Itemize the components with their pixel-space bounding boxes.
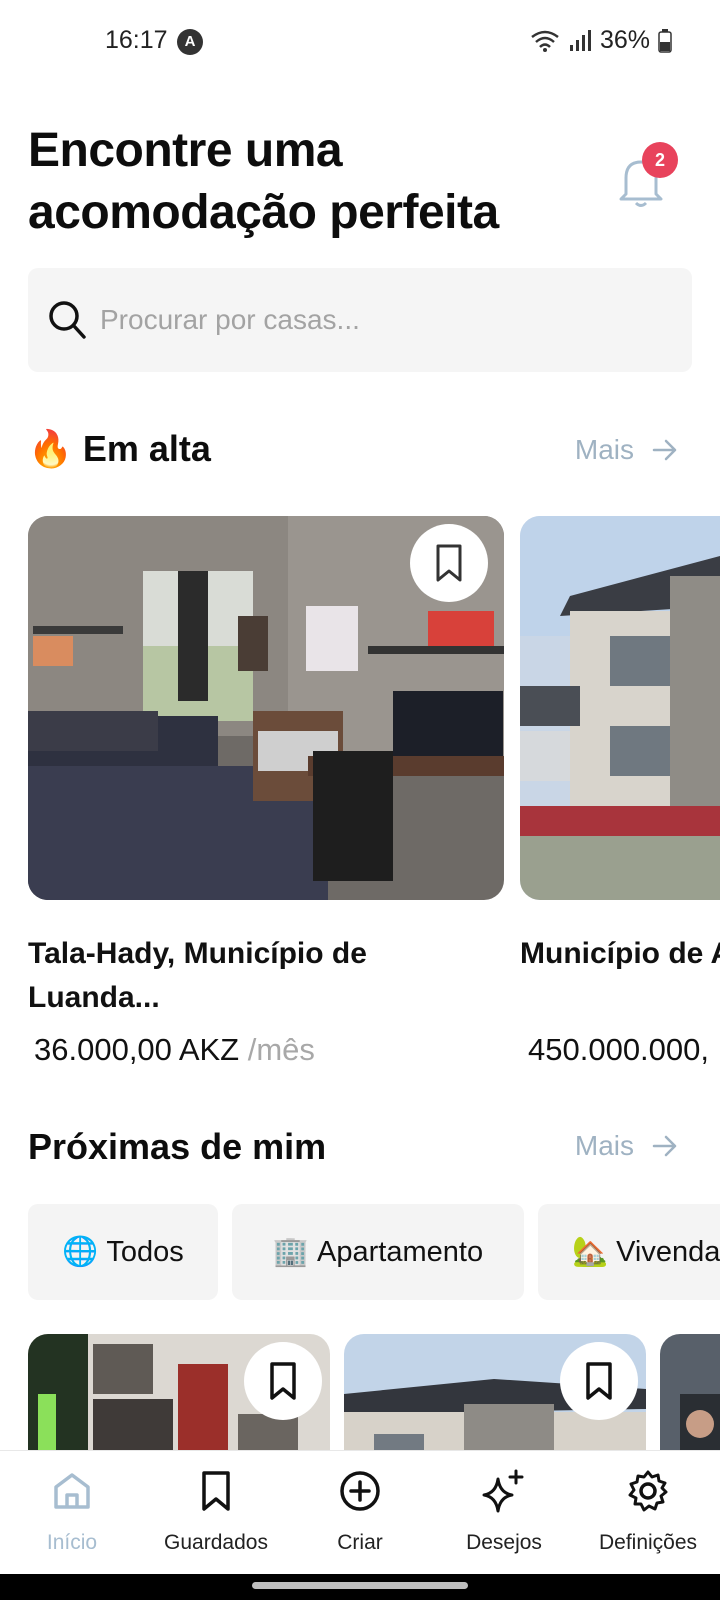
trending-card-price: 450.000.000,	[528, 1032, 709, 1068]
bookmark-icon	[202, 1471, 230, 1511]
building-icon: 🏢	[272, 1236, 310, 1268]
trending-card-title: Tala-Hady, Município de Luanda...	[28, 937, 367, 1014]
wifi-icon	[531, 30, 559, 52]
status-time: 16:17	[105, 26, 168, 54]
bookmark-button[interactable]	[410, 524, 488, 602]
home-icon	[54, 1473, 90, 1509]
search-icon	[49, 301, 86, 339]
filter-chip-apartamento[interactable]: 🏢 Apartamento	[232, 1204, 524, 1300]
nav-label: Guardados	[164, 1531, 268, 1554]
trending-card-title: Município de An...	[520, 937, 720, 970]
fire-icon: 🔥	[28, 428, 73, 469]
page-title: Encontre uma acomodação perfeita	[28, 124, 499, 239]
globe-icon: 🌐	[62, 1236, 99, 1268]
trending-card-price: 36.000,00 AKZ /mês	[34, 1032, 315, 1068]
nearby-more-link[interactable]: Mais	[575, 1130, 678, 1162]
trending-section-title: 🔥 Em alta	[28, 428, 211, 470]
bookmark-icon	[436, 544, 462, 582]
filter-chip-todos[interactable]: 🌐 Todos	[28, 1204, 218, 1300]
bookmark-button[interactable]	[244, 1342, 322, 1420]
search-bar[interactable]	[28, 268, 692, 372]
status-bar: 16:17 A 36%	[0, 0, 720, 86]
arrow-right-icon	[652, 1135, 677, 1157]
bookmark-icon	[270, 1362, 296, 1400]
trending-title: Em alta	[82, 428, 211, 469]
more-label: Mais	[574, 434, 634, 465]
status-indicators: 36%	[530, 26, 672, 55]
filter-label: Apartamento	[317, 1235, 484, 1268]
bookmark-icon	[586, 1362, 612, 1400]
nav-item-inicio[interactable]: Início	[0, 1451, 144, 1575]
gear-icon	[628, 1470, 668, 1512]
nav-item-criar[interactable]: Criar	[288, 1451, 432, 1575]
nav-label: Início	[46, 1531, 98, 1554]
more-label: Mais	[574, 1130, 634, 1161]
nav-label: Definições	[598, 1531, 698, 1554]
nav-label: Desejos	[466, 1531, 542, 1554]
plus-circle-icon	[340, 1471, 380, 1511]
price-period: /mês	[247, 1032, 315, 1067]
trending-more-link[interactable]: Mais	[575, 434, 678, 466]
nav-label: Criar	[337, 1531, 383, 1554]
price-value: 450.000.000,	[528, 1032, 710, 1067]
nav-item-definicoes[interactable]: Definições	[576, 1451, 720, 1575]
system-gesture-bar	[0, 1574, 720, 1600]
battery-icon	[658, 28, 672, 53]
notification-badge: 2	[642, 142, 678, 178]
app-notification-icon: A	[177, 29, 203, 55]
signal-icon	[569, 29, 591, 51]
filter-chip-vivenda[interactable]: 🏡 Vivenda	[538, 1204, 720, 1300]
filter-label: Vivenda	[616, 1235, 720, 1268]
search-input[interactable]	[100, 298, 660, 342]
bookmark-button[interactable]	[560, 1342, 638, 1420]
house-icon: 🏡	[572, 1236, 609, 1268]
property-photo-house[interactable]	[520, 516, 720, 900]
bottom-navigation: Início Guardados Criar Desejos Definiçõe…	[0, 1450, 720, 1574]
filter-label: Todos	[106, 1235, 184, 1268]
price-value: 36.000,00 AKZ	[34, 1032, 240, 1067]
arrow-right-icon	[652, 439, 677, 461]
nav-item-desejos[interactable]: Desejos	[432, 1451, 576, 1575]
gesture-handle[interactable]	[252, 1582, 468, 1589]
nearby-section-title: Próximas de mim	[28, 1126, 327, 1167]
nearby-card-photo[interactable]	[660, 1334, 720, 1464]
battery-percent: 36%	[599, 26, 650, 54]
nav-item-guardados[interactable]: Guardados	[144, 1451, 288, 1575]
sparkles-icon	[482, 1469, 524, 1513]
